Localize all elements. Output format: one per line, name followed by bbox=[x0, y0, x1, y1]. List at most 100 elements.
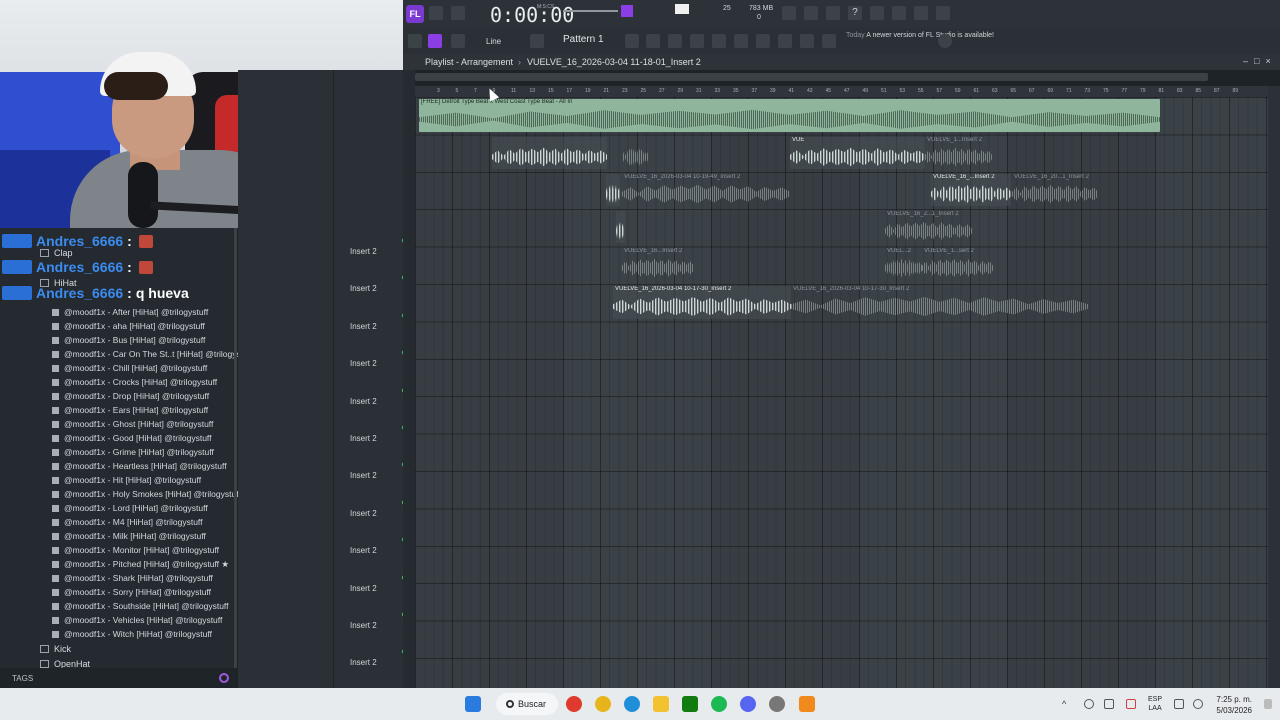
piano-roll-icon[interactable] bbox=[646, 34, 660, 48]
file-explorer-icon[interactable] bbox=[653, 696, 669, 712]
fl-logo-icon[interactable]: FL bbox=[406, 5, 424, 23]
file-item[interactable]: @moodf1x - Shark [HiHat] @trilogystuff bbox=[52, 571, 213, 585]
time-display[interactable]: 0:00:00 bbox=[490, 3, 574, 27]
plugin-picker-icon[interactable] bbox=[756, 34, 770, 48]
audio-clip[interactable]: VUELVE_16_20...1_Insert 2 bbox=[1012, 174, 1098, 206]
channel-rack-icon[interactable] bbox=[668, 34, 682, 48]
timeline-ruler[interactable]: 3 5 7 9 11 13 15 17 19 21 23 25 27 29 31 33 35 37 39 41 43 45… bbox=[415, 86, 1268, 97]
undo-icon[interactable] bbox=[782, 6, 796, 20]
app-icon[interactable] bbox=[566, 696, 582, 712]
file-item[interactable]: @moodf1x - Vehicles [HiHat] @trilogystuf… bbox=[52, 613, 222, 627]
security-icon[interactable] bbox=[1126, 699, 1136, 709]
track-name[interactable]: Insert 2 bbox=[350, 584, 377, 593]
master-pitch-slider[interactable] bbox=[563, 10, 618, 12]
audio-clip[interactable]: VUELVE_16...Insert 2 bbox=[622, 248, 694, 280]
chevron-up-icon[interactable]: ^ bbox=[1062, 699, 1072, 709]
track-name[interactable]: Insert 2 bbox=[350, 546, 377, 555]
render-icon[interactable] bbox=[892, 6, 906, 20]
playlist-selected-clip[interactable]: VUELVE_16_2026-03-04 11-18-01_Insert 2 bbox=[527, 57, 701, 67]
file-item[interactable]: @moodf1x - Heartless [HiHat] @trilogystu… bbox=[52, 459, 227, 473]
audio-clip[interactable]: VUELVE_16_2...1_Insert 2 bbox=[885, 211, 972, 243]
file-item[interactable]: @moodf1x - Grime [HiHat] @trilogystuff bbox=[52, 445, 214, 459]
file-item[interactable]: @moodf1x - Car On The St..t [HiHat] @tri… bbox=[52, 347, 252, 361]
audio-clip[interactable] bbox=[492, 137, 607, 169]
file-item[interactable]: @moodf1x - Chill [HiHat] @trilogystuff bbox=[52, 361, 207, 375]
store-icon[interactable] bbox=[822, 34, 836, 48]
discord-icon[interactable] bbox=[740, 696, 756, 712]
volume-icon[interactable] bbox=[1193, 699, 1203, 709]
audio-clip[interactable] bbox=[606, 174, 620, 206]
taskbar-clock[interactable]: 7:25 p. m. 5/03/2026 bbox=[1212, 694, 1252, 716]
loop-icon[interactable] bbox=[451, 6, 465, 20]
snap-mode-label[interactable]: Line bbox=[486, 37, 501, 46]
folder-kick[interactable]: Kick bbox=[40, 642, 71, 656]
file-item[interactable]: @moodf1x - Lord [HiHat] @trilogystuff bbox=[52, 501, 208, 515]
taskbar-search[interactable]: Buscar bbox=[496, 693, 558, 715]
windows-start-icon[interactable] bbox=[465, 696, 481, 712]
browser-icon[interactable] bbox=[712, 34, 726, 48]
timeline-scrollbar[interactable] bbox=[415, 73, 1208, 81]
save-icon[interactable] bbox=[870, 6, 884, 20]
spotify-icon[interactable] bbox=[711, 696, 727, 712]
audio-clip[interactable]: VUELVE_16_2026-03-04 10-19-49_Insert 2 bbox=[622, 174, 790, 206]
track-name[interactable]: Insert 2 bbox=[350, 509, 377, 518]
audio-clip[interactable]: [FREE] Detroit Type Beat x West Coast Ty… bbox=[419, 99, 1160, 132]
track-name[interactable]: Insert 2 bbox=[350, 434, 377, 443]
draw-tool-icon[interactable] bbox=[408, 34, 422, 48]
file-item[interactable]: @moodf1x - Bus [HiHat] @trilogystuff bbox=[52, 333, 205, 347]
audio-clip[interactable] bbox=[623, 137, 648, 169]
audio-clip[interactable]: VUELVE_16_2026-03-04 10-17-30_Insert 2 bbox=[791, 286, 1088, 319]
file-item[interactable]: @moodf1x - Ghost [HiHat] @trilogystuff bbox=[52, 417, 213, 431]
file-item[interactable]: @moodf1x - Monitor [HiHat] @trilogystuff bbox=[52, 543, 219, 557]
fl-studio-icon[interactable] bbox=[799, 696, 815, 712]
playlist-icon[interactable] bbox=[625, 34, 639, 48]
file-item[interactable]: @moodf1x - Witch [HiHat] @trilogystuff bbox=[52, 627, 212, 641]
xbox-icon[interactable] bbox=[682, 696, 698, 712]
track-name[interactable]: Insert 2 bbox=[350, 621, 377, 630]
audio-clip[interactable] bbox=[616, 211, 625, 243]
tempo-knob[interactable] bbox=[621, 5, 633, 17]
play-arrow-icon[interactable] bbox=[530, 34, 544, 48]
cut-icon[interactable] bbox=[804, 6, 818, 20]
track-name[interactable]: Insert 2 bbox=[350, 322, 377, 331]
file-item[interactable]: @moodf1x - Pitched [HiHat] @trilogystuff… bbox=[52, 557, 229, 571]
track-name[interactable]: Insert 2 bbox=[350, 247, 377, 256]
file-item[interactable]: @moodf1x - Good [HiHat] @trilogystuff bbox=[52, 431, 212, 445]
window-controls[interactable]: –□× bbox=[1243, 56, 1277, 66]
settings-icon[interactable] bbox=[769, 696, 785, 712]
file-item[interactable]: @moodf1x - Crocks [HiHat] @trilogystuff bbox=[52, 375, 217, 389]
help-icon[interactable]: ? bbox=[848, 6, 862, 20]
audio-clip[interactable]: VUE bbox=[790, 137, 925, 169]
wifi-icon[interactable] bbox=[1084, 699, 1094, 709]
track-selector-bar[interactable] bbox=[403, 70, 415, 688]
mixer-icon[interactable] bbox=[690, 34, 704, 48]
input-language[interactable]: ESP LAA bbox=[1148, 695, 1162, 713]
file-item[interactable]: @moodf1x - Drop [HiHat] @trilogystuff bbox=[52, 389, 209, 403]
stamp-icon[interactable] bbox=[451, 34, 465, 48]
audio-clip[interactable]: VUEL...2 bbox=[885, 248, 922, 280]
file-item[interactable]: @moodf1x - Milk [HiHat] @trilogystuff bbox=[52, 529, 206, 543]
globe-icon[interactable] bbox=[938, 34, 952, 48]
playlist-vertical-scrollbar[interactable] bbox=[1268, 86, 1280, 688]
file-item[interactable]: @moodf1x - Hit [HiHat] @trilogystuff bbox=[52, 473, 201, 487]
audio-clip[interactable]: VUELVE_16_2026-03-04 10-17-30_Insert 2 bbox=[613, 286, 791, 319]
usb-icon[interactable] bbox=[1104, 699, 1114, 709]
download-icon[interactable] bbox=[936, 6, 950, 20]
file-item[interactable]: @moodf1x - After [HiHat] @trilogystuff bbox=[52, 305, 208, 319]
audio-clip[interactable]: VUELVE_1...sert 2 bbox=[922, 248, 993, 280]
show-desktop-button[interactable] bbox=[1264, 699, 1272, 709]
file-item[interactable]: @moodf1x - M4 [HiHat] @trilogystuff bbox=[52, 515, 203, 529]
edge-icon[interactable] bbox=[624, 696, 640, 712]
paint-tool-icon[interactable] bbox=[428, 34, 442, 48]
update-notice[interactable]: Today A newer version of FL Studio is av… bbox=[846, 31, 994, 41]
chrome-icon[interactable] bbox=[595, 696, 611, 712]
audio-clip[interactable]: VUELVE_1...Insert 2 bbox=[925, 137, 992, 169]
search-icon[interactable] bbox=[219, 673, 229, 683]
touch-keyboard-icon[interactable] bbox=[778, 34, 792, 48]
network-icon[interactable] bbox=[1174, 699, 1184, 709]
track-name[interactable]: Insert 2 bbox=[350, 471, 377, 480]
tool-icon[interactable] bbox=[800, 34, 814, 48]
file-item[interactable]: @moodf1x - Sorry [HiHat] @trilogystuff bbox=[52, 585, 211, 599]
microphone-icon[interactable] bbox=[826, 6, 840, 20]
file-item[interactable]: @moodf1x - aha [HiHat] @trilogystuff bbox=[52, 319, 205, 333]
